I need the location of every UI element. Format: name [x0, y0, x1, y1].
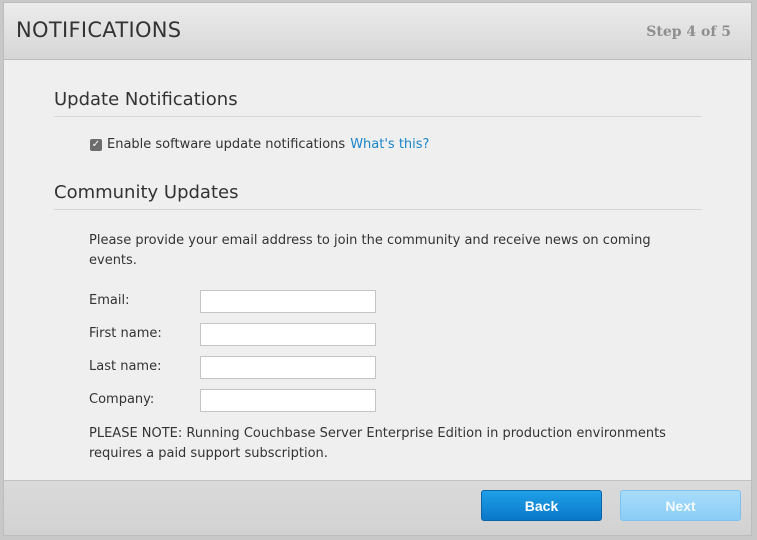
whats-this-link[interactable]: What's this?	[350, 137, 429, 152]
check-icon: ✓	[91, 138, 101, 150]
dialog-footer: Back Next	[4, 480, 751, 535]
update-notifications-heading: Update Notifications	[54, 89, 702, 117]
community-updates-heading: Community Updates	[54, 182, 702, 210]
email-label: Email:	[89, 293, 130, 308]
community-intro-text: Please provide your email address to joi…	[89, 233, 651, 268]
enterprise-note: PLEASE NOTE: Running Couchbase Server En…	[89, 426, 666, 461]
back-button[interactable]: Back	[481, 490, 602, 521]
last-name-label: Last name:	[89, 359, 162, 374]
update-notifications-label: Enable software update notifications	[107, 137, 346, 152]
notifications-dialog: NOTIFICATIONS Step 4 of 5 Update Notific…	[3, 2, 752, 536]
next-button[interactable]: Next	[620, 490, 741, 521]
dialog-header: NOTIFICATIONS Step 4 of 5	[4, 3, 751, 60]
company-field[interactable]	[200, 389, 376, 412]
first-name-label: First name:	[89, 326, 162, 341]
email-field[interactable]	[200, 290, 376, 313]
first-name-field[interactable]	[200, 323, 376, 346]
last-name-field[interactable]	[200, 356, 376, 379]
company-label: Company:	[89, 392, 155, 407]
update-notifications-checkbox[interactable]: ✓	[90, 138, 102, 151]
step-indicator: Step 4 of 5	[646, 24, 731, 40]
update-notifications-row: ✓ Enable software update notifications W…	[90, 137, 429, 152]
dialog-title: NOTIFICATIONS	[16, 18, 182, 42]
